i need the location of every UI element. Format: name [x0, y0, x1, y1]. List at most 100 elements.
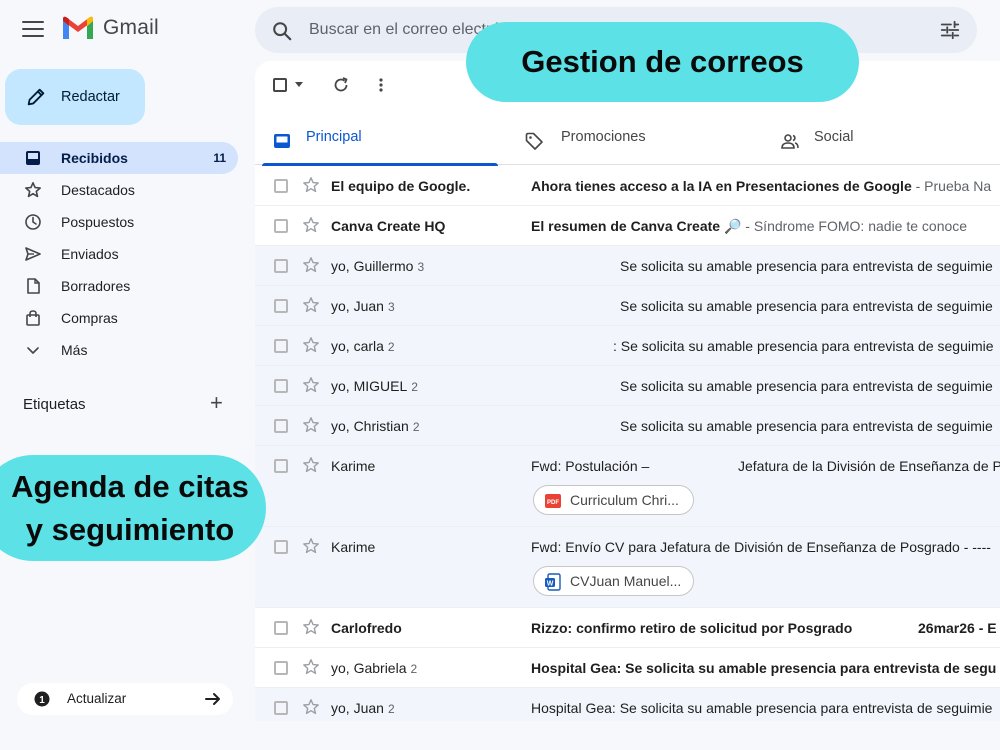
subject: Hospital Gea: Se solicita su amable pres… — [531, 660, 997, 676]
tab-promociones[interactable]: Promociones — [520, 117, 770, 165]
sender-name: yo, MIGUEL — [331, 378, 408, 394]
attachment-chip[interactable]: W CVJuan Manuel... — [533, 566, 694, 596]
compose-label: Redactar — [61, 89, 120, 105]
compose-button[interactable]: Redactar — [5, 69, 145, 125]
select-dropdown-icon[interactable] — [295, 82, 303, 87]
sidebar-item-purchases[interactable]: Compras — [0, 302, 240, 334]
row-checkbox[interactable] — [274, 219, 288, 233]
docx-icon: W — [545, 573, 561, 591]
sidebar-item-sent[interactable]: Enviados — [0, 238, 240, 270]
star-icon[interactable] — [302, 176, 320, 194]
sender-name: yo, Christian — [331, 418, 409, 434]
star-icon[interactable] — [302, 376, 320, 394]
thread-count: 2 — [387, 702, 395, 716]
thread-count: 2 — [387, 340, 395, 354]
email-row[interactable]: yo, Juan 3 Se solicita su amable presenci… — [255, 286, 1000, 326]
email-row[interactable]: yo, carla 2 : Se solicita su amable prese… — [255, 326, 1000, 366]
gmail-logo[interactable]: Gmail — [61, 15, 159, 41]
star-icon — [24, 181, 42, 199]
sender: yo, Christian 2 — [331, 418, 420, 434]
row-checkbox[interactable] — [274, 339, 288, 353]
thread-count: 2 — [410, 662, 418, 676]
email-row[interactable]: yo, Christian 2 Se solicita su amable pre… — [255, 406, 1000, 446]
refresh-icon[interactable] — [332, 76, 350, 94]
row-checkbox[interactable] — [274, 459, 288, 473]
sender: Karime — [331, 458, 376, 474]
main-menu-button[interactable] — [18, 16, 48, 42]
sidebar-item-more[interactable]: Más — [0, 334, 240, 366]
email-row[interactable]: Carlofredo Rizzo: confirmo retiro de sol… — [255, 608, 1000, 648]
inbox-icon — [24, 149, 42, 167]
tag-icon — [525, 132, 543, 150]
tune-icon[interactable] — [939, 19, 961, 41]
email-row[interactable]: Karime Fwd: Envío CV para Jefatura de Di… — [255, 527, 1000, 608]
sidebar-item-snoozed[interactable]: Pospuestos — [0, 206, 240, 238]
email-row[interactable]: yo, Juan 2 Hospital Gea: Se solicita su a… — [255, 688, 1000, 721]
tab-label: Promociones — [561, 129, 646, 145]
sidebar-nav: Recibidos 11 Destacados Pospuestos Envia… — [0, 142, 240, 366]
more-vert-icon[interactable] — [372, 76, 390, 94]
sender: El equipo de Google. — [331, 178, 471, 194]
attachment-chip[interactable]: PDF Curriculum Chri... — [533, 485, 694, 515]
subject: Rizzo: confirmo retiro de solicitud por … — [531, 620, 853, 636]
sidebar-item-drafts[interactable]: Borradores — [0, 270, 240, 302]
subject-continued: Jefatura de la División de Enseñanza de … — [738, 458, 1000, 474]
tab-label: Social — [814, 129, 854, 145]
labels-heading: Etiquetas — [23, 396, 86, 413]
star-icon[interactable] — [302, 456, 320, 474]
row-checkbox[interactable] — [274, 419, 288, 433]
pdf-icon: PDF — [545, 494, 561, 508]
row-checkbox[interactable] — [274, 299, 288, 313]
search-icon[interactable] — [271, 20, 293, 42]
email-row[interactable]: Canva Create HQ El resumen de Canva Crea… — [255, 206, 1000, 246]
star-icon[interactable] — [302, 296, 320, 314]
people-icon — [781, 134, 799, 149]
sender-name: yo, Guillermo — [331, 258, 414, 274]
email-row[interactable]: Karime Fwd: Postulación – Jefatura de la… — [255, 446, 1000, 527]
tab-social[interactable]: Social — [775, 117, 1000, 165]
star-icon[interactable] — [302, 618, 320, 636]
sidebar-item-label: Recibidos — [61, 150, 128, 166]
add-label-button[interactable]: + — [210, 392, 223, 414]
row-checkbox[interactable] — [274, 621, 288, 635]
select-all-checkbox[interactable] — [273, 78, 287, 92]
row-checkbox[interactable] — [274, 701, 288, 715]
sender-name: yo, Juan — [331, 700, 384, 716]
update-label: Actualizar — [67, 691, 127, 706]
row-checkbox[interactable] — [274, 661, 288, 675]
star-icon[interactable] — [302, 658, 320, 676]
attachment-name: Curriculum Chri... — [570, 492, 679, 508]
sender-name: yo, Juan — [331, 298, 384, 314]
row-checkbox[interactable] — [274, 379, 288, 393]
row-checkbox[interactable] — [274, 259, 288, 273]
star-icon[interactable] — [302, 698, 320, 716]
callout-text: Agenda de citas y seguimiento — [11, 465, 249, 551]
star-icon[interactable] — [302, 537, 320, 555]
sender: Karime — [331, 539, 376, 555]
callout-line-2: y seguimiento — [25, 512, 235, 547]
subject-line: Ahora tienes acceso a la IA en Presentac… — [531, 178, 991, 194]
tab-principal[interactable]: Principal — [255, 117, 498, 166]
inbox-tab-icon — [274, 134, 290, 148]
star-icon[interactable] — [302, 216, 320, 234]
row-checkbox[interactable] — [274, 179, 288, 193]
subject: Fwd: Envío CV para Jefatura de División … — [531, 539, 991, 555]
subject-line: El resumen de Canva Create 🔎 - Síndrome … — [531, 218, 967, 235]
star-icon[interactable] — [302, 256, 320, 274]
star-icon[interactable] — [302, 336, 320, 354]
update-button[interactable]: 1 Actualizar — [17, 683, 233, 715]
sidebar-item-label: Compras — [61, 310, 118, 326]
subject: Se solicita su amable presencia para ent… — [620, 258, 993, 274]
subject: Fwd: Postulación – — [531, 458, 650, 474]
subject: El resumen de Canva Create 🔎 — [531, 218, 742, 234]
email-row[interactable]: yo, Guillermo 3 Se solicita su amable pre… — [255, 246, 1000, 286]
sidebar-item-starred[interactable]: Destacados — [0, 174, 240, 206]
email-row[interactable]: yo, Gabriela 2 Hospital Gea: Se solicita … — [255, 648, 1000, 688]
unread-count-badge: 11 — [213, 151, 226, 165]
row-checkbox[interactable] — [274, 540, 288, 554]
sender: yo, Gabriela 2 — [331, 660, 417, 676]
email-row[interactable]: El equipo de Google. Ahora tienes acceso… — [255, 166, 1000, 206]
star-icon[interactable] — [302, 416, 320, 434]
email-row[interactable]: yo, MIGUEL 2 Se solicita su amable presen… — [255, 366, 1000, 406]
sidebar-item-inbox[interactable]: Recibidos 11 — [0, 142, 238, 174]
